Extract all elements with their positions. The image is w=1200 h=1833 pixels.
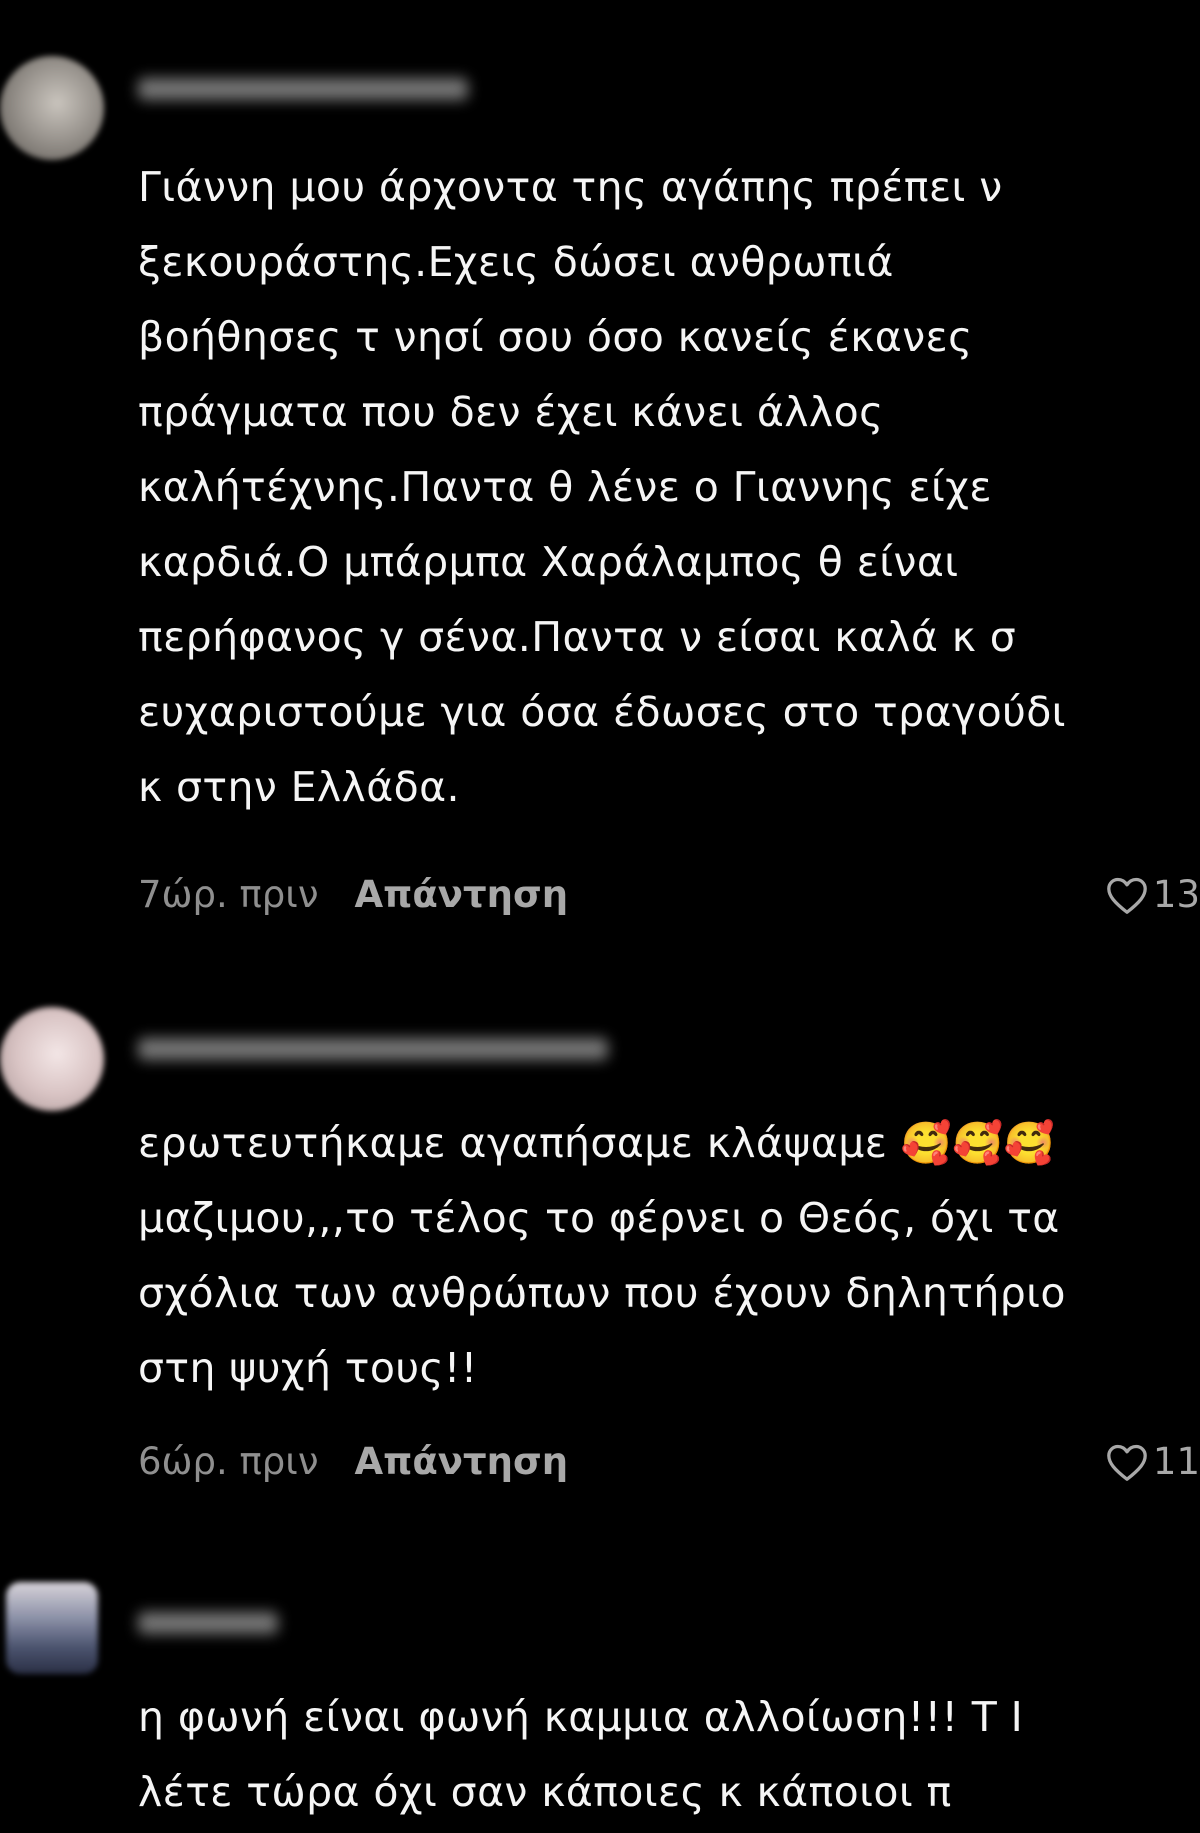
comment-meta: 6ώρ. πριν Απάντηση: [138, 1440, 568, 1484]
avatar[interactable]: [0, 56, 104, 160]
comment-meta: 7ώρ. πριν Απάντηση: [138, 873, 568, 917]
heart-outline-icon: [1107, 1444, 1147, 1481]
like-button[interactable]: 11: [1105, 1440, 1200, 1484]
like-count: 13: [1152, 873, 1200, 916]
heart-outline-icon: [1107, 877, 1147, 914]
username[interactable]: chryso: [138, 1612, 278, 1634]
comment-text: Γιάννη μου άρχοντα της αγάπης πρέπει ν ξ…: [138, 163, 1066, 811]
username[interactable]: user2412237810083: [138, 1038, 608, 1060]
like-count: 11: [1152, 1440, 1200, 1483]
comment-text: η φωνή είναι φωνή καμμια αλλοίωση!!! Τ Ι…: [138, 1693, 1024, 1816]
comment-text: ερωτευτήκαμε αγαπήσαμε κλάψαμε 🥰🥰🥰 μαζιμ…: [138, 1119, 1066, 1392]
like-button[interactable]: 13: [1105, 873, 1200, 917]
reply-button[interactable]: Απάντηση: [354, 873, 568, 917]
avatar[interactable]: [0, 1007, 104, 1111]
avatar[interactable]: [6, 1582, 98, 1674]
reply-button[interactable]: Απάντηση: [354, 1440, 568, 1484]
comment-timestamp: 7ώρ. πριν: [138, 873, 319, 916]
username[interactable]: 6787474553981: [138, 78, 468, 100]
comment-timestamp: 6ώρ. πριν: [138, 1440, 319, 1483]
